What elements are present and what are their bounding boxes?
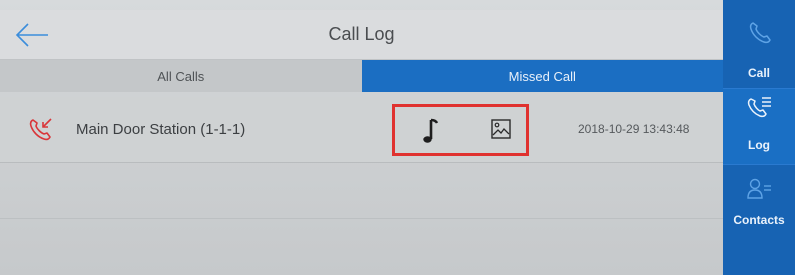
tab-all-calls[interactable]: All Calls xyxy=(0,60,362,92)
sidebar-item-label: Contacts xyxy=(733,213,785,227)
call-timestamp: 2018-10-29 13:43:48 xyxy=(578,122,690,136)
sidebar: Call Log Contacts xyxy=(723,0,795,275)
row-divider xyxy=(0,218,723,219)
page-title: Call Log xyxy=(328,24,395,44)
image-icon[interactable] xyxy=(490,118,512,140)
tab-bar: All Calls Missed Call xyxy=(0,60,723,92)
contacts-icon xyxy=(746,177,772,206)
sidebar-item-call[interactable]: Call xyxy=(723,0,795,88)
music-note-icon[interactable] xyxy=(422,117,440,145)
main-panel: Call Log All Calls Missed Call Main Door… xyxy=(0,0,723,275)
phone-icon xyxy=(748,20,772,49)
table-row[interactable]: Main Door Station (1-1-1) 2018-10-29 13:… xyxy=(0,97,723,163)
sidebar-item-log[interactable]: Log xyxy=(723,89,795,164)
sidebar-item-label: Log xyxy=(748,138,770,152)
missed-call-icon xyxy=(28,117,54,141)
empty-list-area xyxy=(0,164,723,275)
caller-name: Main Door Station (1-1-1) xyxy=(76,121,246,138)
media-attachments xyxy=(392,104,529,156)
tab-missed-call[interactable]: Missed Call xyxy=(361,60,723,92)
sidebar-item-contacts[interactable]: Contacts xyxy=(723,165,795,275)
header-bar: Call Log xyxy=(0,10,723,60)
sidebar-item-label: Call xyxy=(747,66,770,80)
call-log-icon xyxy=(747,95,773,124)
